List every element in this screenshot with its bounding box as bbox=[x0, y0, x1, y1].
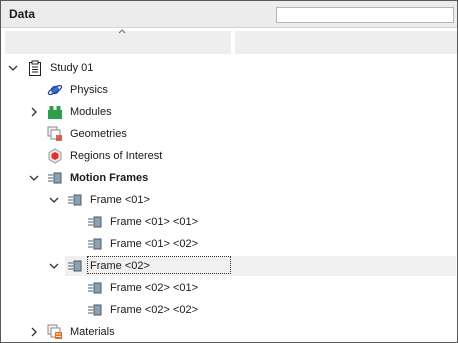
tree-item-regions-of-interest[interactable]: Regions of Interest bbox=[1, 145, 457, 167]
panel-title-bar: Data bbox=[1, 1, 457, 28]
column-header-row bbox=[5, 28, 457, 56]
tree-item-frame-02[interactable]: Frame <02> bbox=[1, 255, 457, 277]
chevron-down-icon[interactable] bbox=[8, 63, 18, 73]
tree-item-label: Frame <02> <01> bbox=[110, 282, 199, 294]
sort-chevron-up-icon bbox=[118, 29, 126, 34]
tree-item-label: Frame <02> <02> bbox=[110, 304, 199, 316]
column-header-name[interactable] bbox=[5, 29, 231, 54]
tree-item-label: Frame <02> bbox=[90, 260, 150, 272]
planet-icon bbox=[47, 85, 63, 95]
tree-item-frame-02-01[interactable]: Frame <02> <01> bbox=[1, 277, 457, 299]
chevron-down-icon[interactable] bbox=[29, 173, 39, 183]
frame-icon bbox=[68, 260, 82, 272]
clipboard-icon bbox=[29, 60, 41, 76]
chevron-right-icon[interactable] bbox=[29, 107, 39, 117]
tree-item-label: Geometries bbox=[70, 128, 127, 140]
tree-item-materials[interactable]: Materials bbox=[1, 321, 457, 342]
data-panel: Data Study 01 Physics Modules Geometries… bbox=[0, 0, 458, 343]
tree-item-label: Motion Frames bbox=[70, 172, 149, 184]
tree-item-motion-frames[interactable]: Motion Frames bbox=[1, 167, 457, 189]
chevron-down-icon[interactable] bbox=[49, 261, 59, 271]
tree-item-label: Modules bbox=[70, 106, 112, 118]
motion-frames-icon bbox=[48, 172, 62, 184]
geometries-icon bbox=[47, 126, 62, 141]
frame-icon bbox=[88, 238, 102, 250]
tree-item-modules[interactable]: Modules bbox=[1, 101, 457, 123]
tree-item-label: Materials bbox=[70, 326, 115, 338]
tree-item-label: Physics bbox=[70, 84, 108, 96]
panel-title: Data bbox=[9, 7, 36, 21]
tree-item-label: Frame <01> bbox=[90, 194, 150, 206]
tree-item-frame-01-01[interactable]: Frame <01> <01> bbox=[1, 211, 457, 233]
tree-item-physics[interactable]: Physics bbox=[1, 79, 457, 101]
tree-item-label: Frame <01> <02> bbox=[110, 238, 199, 250]
search-input[interactable] bbox=[276, 7, 454, 23]
chevron-right-icon[interactable] bbox=[29, 327, 39, 337]
tree-item-label: Regions of Interest bbox=[70, 150, 163, 162]
tree-item-frame-02-02[interactable]: Frame <02> <02> bbox=[1, 299, 457, 321]
modules-icon bbox=[48, 106, 62, 119]
regions-icon bbox=[48, 148, 62, 164]
frame-icon bbox=[88, 216, 102, 228]
column-header-value[interactable] bbox=[235, 31, 457, 54]
frame-icon bbox=[88, 304, 102, 316]
tree-item-study-01[interactable]: Study 01 bbox=[1, 57, 457, 79]
materials-icon bbox=[47, 324, 62, 339]
tree-item-label: Study 01 bbox=[50, 62, 94, 74]
tree-item-frame-01-02[interactable]: Frame <01> <02> bbox=[1, 233, 457, 255]
frame-icon bbox=[68, 194, 82, 206]
tree-item-geometries[interactable]: Geometries bbox=[1, 123, 457, 145]
chevron-down-icon[interactable] bbox=[49, 195, 59, 205]
tree-item-frame-01[interactable]: Frame <01> bbox=[1, 189, 457, 211]
tree-item-label: Frame <01> <01> bbox=[110, 216, 199, 228]
frame-icon bbox=[88, 282, 102, 294]
